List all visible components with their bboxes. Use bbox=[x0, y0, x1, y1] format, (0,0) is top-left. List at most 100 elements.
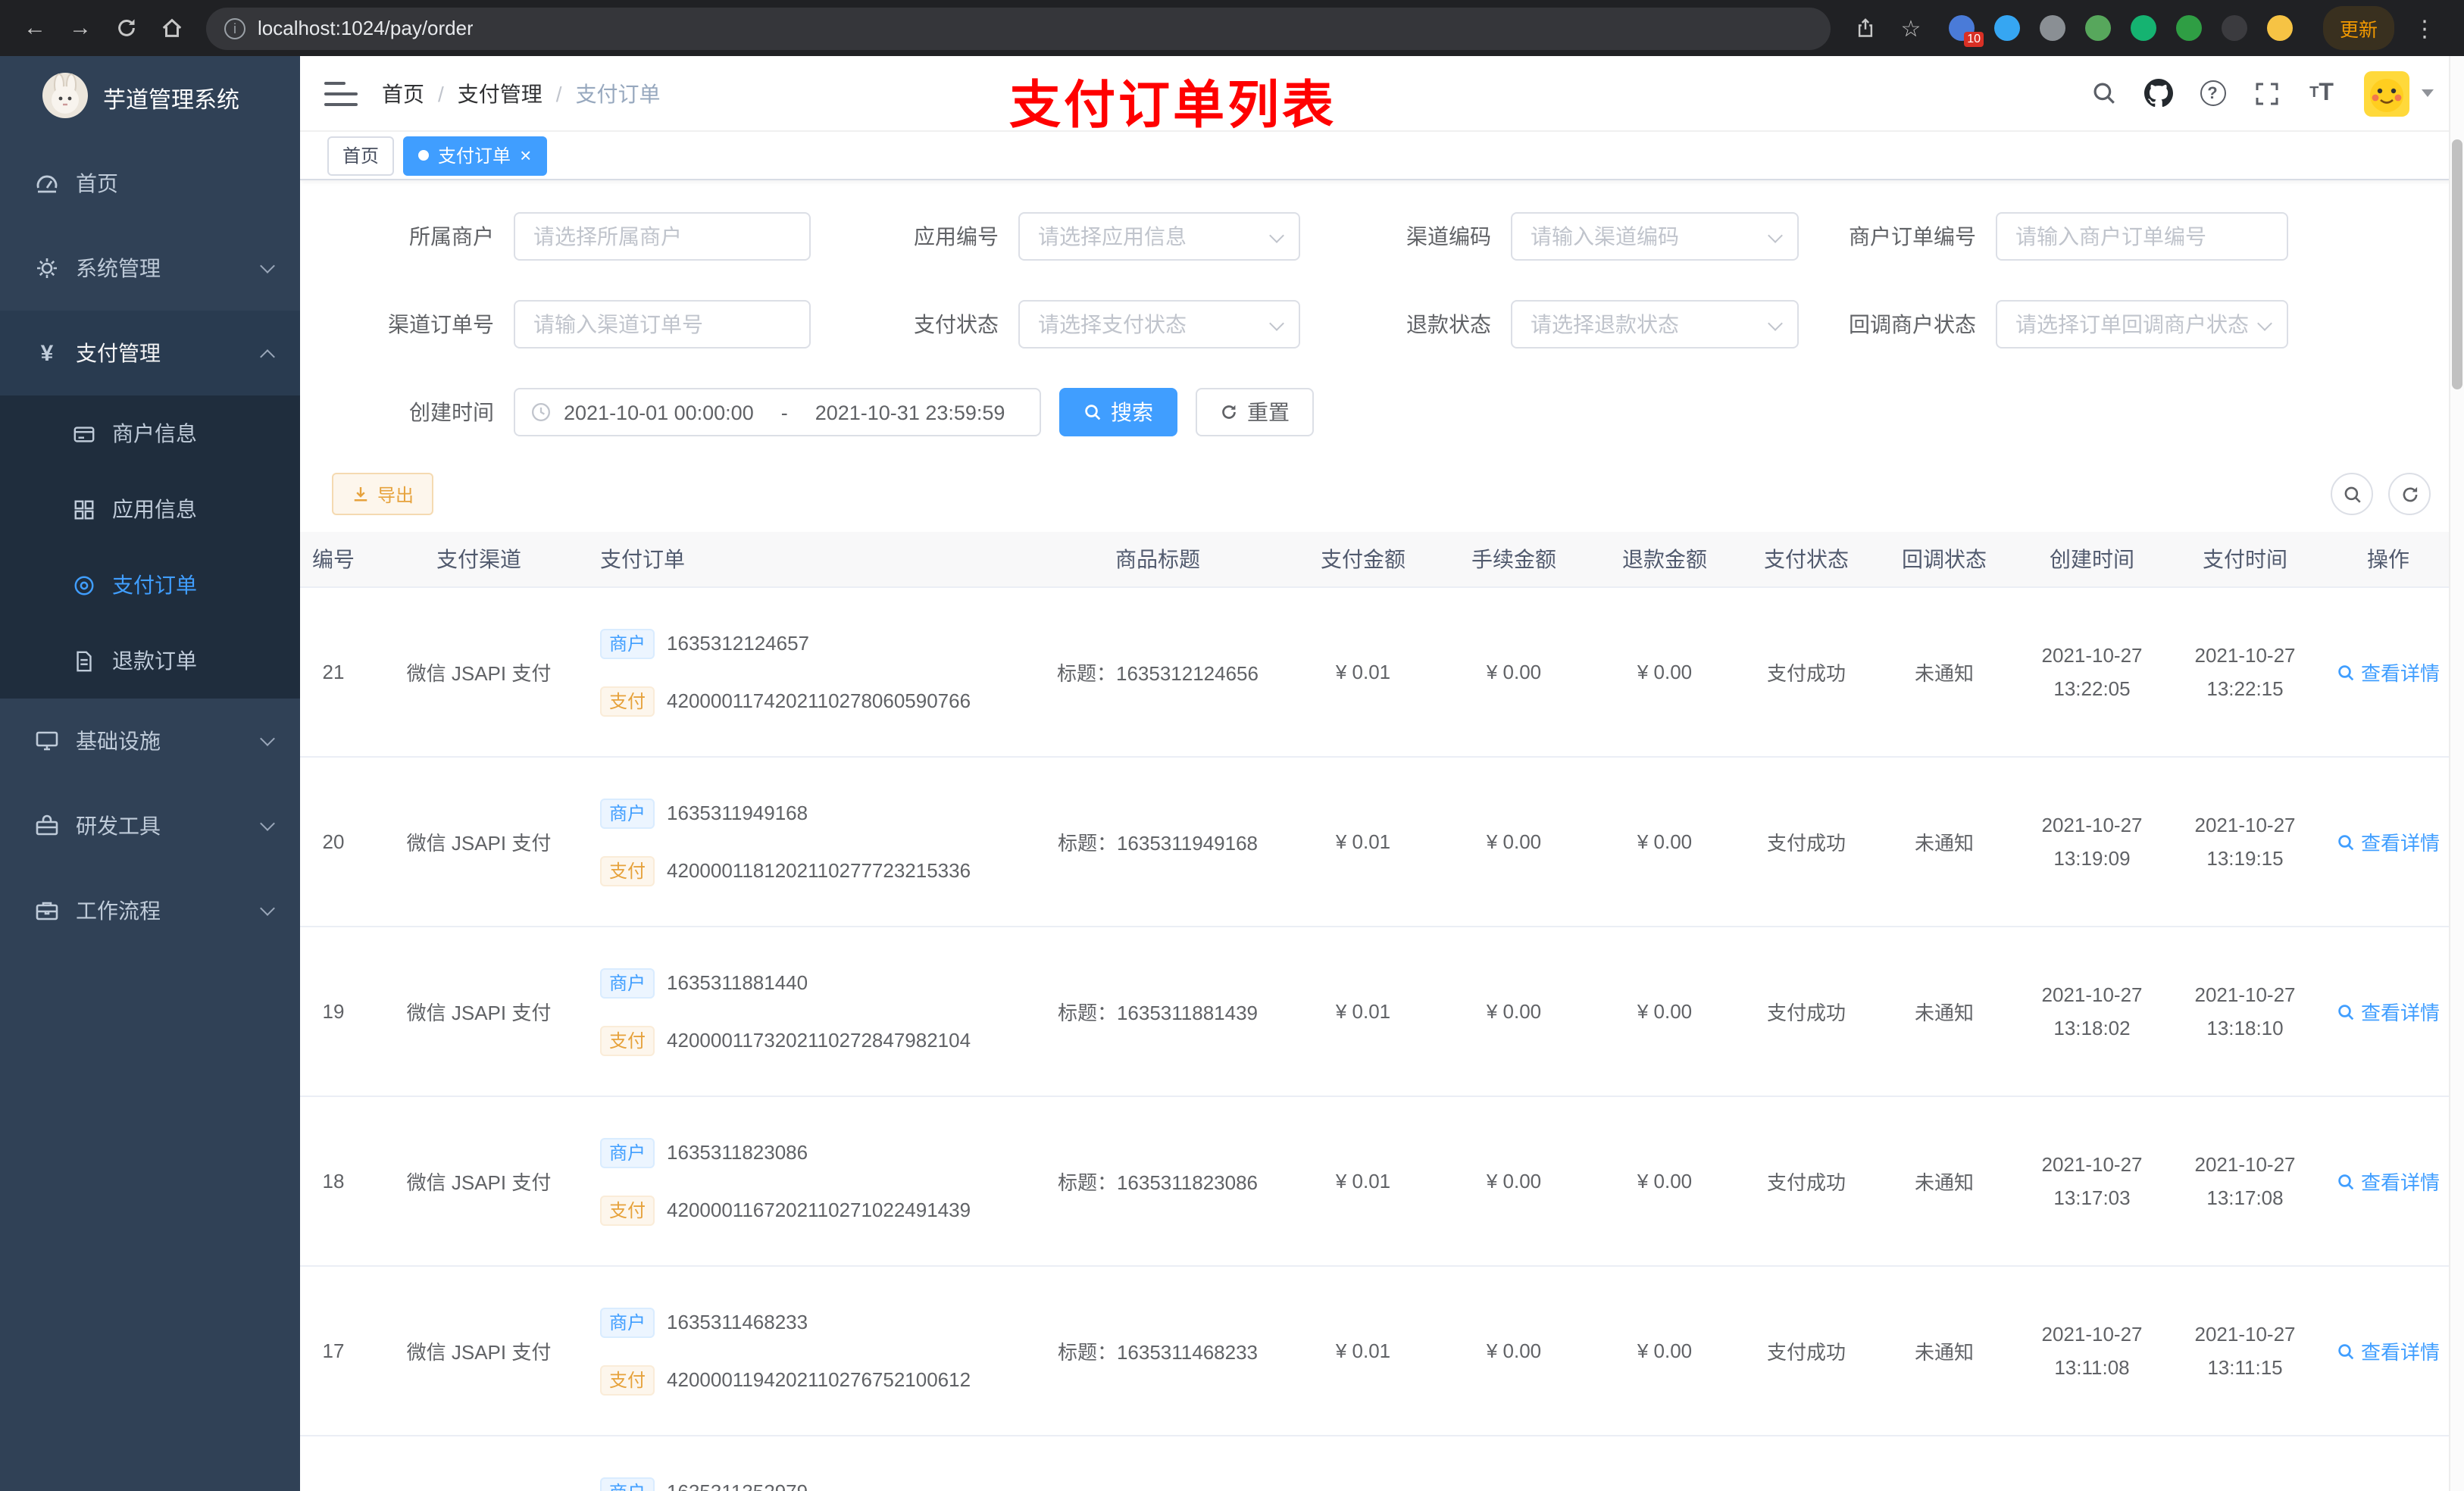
sidebar-item-dev-tools[interactable]: 研发工具 bbox=[0, 783, 300, 868]
sidebar-item-system[interactable]: 系统管理 bbox=[0, 226, 300, 311]
cell-pay-time: 2021-10-27 13:11:15 bbox=[2194, 1322, 2296, 1379]
cell-order: 商户 1635312124657 支付 42000011742021102780… bbox=[570, 628, 1027, 717]
clock-icon bbox=[532, 403, 550, 422]
sidebar-item-home[interactable]: 首页 bbox=[0, 141, 300, 226]
cell-title: 标题：1635312124656 bbox=[1057, 662, 1259, 686]
column-header-order: 支付订单 bbox=[600, 547, 685, 572]
column-header-pay-status: 支付状态 bbox=[1764, 547, 1849, 572]
browser-home-icon[interactable] bbox=[152, 8, 191, 48]
browser-forward-icon[interactable]: → bbox=[61, 8, 100, 48]
column-header-create-time: 创建时间 bbox=[2050, 547, 2134, 572]
extension-drop-icon[interactable] bbox=[1994, 15, 2020, 41]
refresh-table-button[interactable] bbox=[2388, 473, 2431, 516]
sidebar-item-workflow[interactable]: 工作流程 bbox=[0, 868, 300, 953]
export-button[interactable]: 导出 bbox=[332, 473, 434, 516]
pay-status-select[interactable] bbox=[1018, 300, 1300, 349]
extension-book-icon[interactable] bbox=[2176, 15, 2202, 41]
sidebar-item-infrastructure[interactable]: 基础设施 bbox=[0, 699, 300, 783]
extension-green-icon[interactable] bbox=[2085, 15, 2111, 41]
user-avatar[interactable] bbox=[2364, 70, 2409, 116]
browser-reload-icon[interactable] bbox=[106, 8, 145, 48]
channel-order-no-input[interactable] bbox=[514, 300, 811, 349]
sidebar-item-label: 工作流程 bbox=[76, 899, 161, 923]
view-detail-link[interactable]: 查看详情 bbox=[2337, 1167, 2440, 1196]
cell-fee: ¥ 0.00 bbox=[1486, 1000, 1542, 1024]
payment-submenu: 商户信息 应用信息 支付订单 退款订单 bbox=[0, 395, 300, 699]
date-start: 2021-10-01 00:00:00 bbox=[564, 401, 754, 424]
show-search-toggle-button[interactable] bbox=[2331, 473, 2373, 516]
view-detail-link[interactable]: 查看详情 bbox=[2337, 1337, 2440, 1366]
cell-pay-time: 2021-10-27 13:22:15 bbox=[2194, 643, 2296, 700]
cell-channel: 微信 JSAPI 支付 bbox=[406, 1171, 552, 1195]
view-detail-link[interactable]: 查看详情 bbox=[2337, 998, 2440, 1027]
table-row: 20 微信 JSAPI 支付 商户 1635311949168 支付 42000… bbox=[300, 758, 2455, 928]
chevron-down-icon bbox=[260, 731, 275, 746]
sidebar-item-payment[interactable]: ¥ 支付管理 bbox=[0, 311, 300, 395]
share-icon[interactable] bbox=[1846, 8, 1885, 48]
browser-back-icon[interactable]: ← bbox=[15, 8, 55, 48]
cell-pay-status: 支付成功 bbox=[1766, 1002, 1846, 1025]
sidebar-item-refund-order[interactable]: 退款订单 bbox=[0, 623, 300, 699]
view-detail-link[interactable]: 查看详情 bbox=[2337, 658, 2440, 687]
view-detail-link[interactable]: 查看详情 bbox=[2337, 828, 2440, 857]
search-button[interactable]: 搜索 bbox=[1059, 388, 1177, 437]
cell-pay-time: 2021-10-27 13:18:10 bbox=[2194, 983, 2296, 1039]
create-time-range-input[interactable]: 2021-10-01 00:00:00 - 2021-10-31 23:59:5… bbox=[514, 388, 1041, 437]
tag-home[interactable]: 首页 bbox=[327, 136, 395, 176]
search-icon bbox=[1085, 405, 1101, 420]
scrollbar-thumb[interactable] bbox=[2452, 139, 2462, 389]
column-header-pay-time: 支付时间 bbox=[2203, 547, 2287, 572]
cell-order: 商户 1635311468233 支付 42000011942021102767… bbox=[570, 1307, 1027, 1396]
extension-blue-icon[interactable]: 10 bbox=[1949, 15, 1984, 47]
extension-check-icon[interactable] bbox=[2131, 15, 2156, 41]
browser-menu-icon[interactable]: ⋮ bbox=[2409, 14, 2440, 42]
bookmark-star-icon[interactable]: ☆ bbox=[1891, 8, 1931, 48]
browser-update-button[interactable]: 更新 bbox=[2323, 6, 2395, 50]
breadcrumb-home[interactable]: 首页 bbox=[382, 78, 424, 108]
channel-code-select[interactable] bbox=[1511, 212, 1799, 261]
sidebar-item-label: 支付订单 bbox=[112, 573, 197, 597]
search-icon[interactable] bbox=[2079, 56, 2128, 131]
extension-smiley-icon[interactable] bbox=[2267, 15, 2293, 41]
notify-status-select[interactable] bbox=[1996, 300, 2288, 349]
cell-pay-status: 支付成功 bbox=[1766, 1171, 1846, 1195]
extension-dark-icon[interactable] bbox=[2222, 15, 2247, 41]
app-logo[interactable]: 芋道管理系统 bbox=[0, 56, 300, 141]
help-icon[interactable]: ? bbox=[2188, 56, 2237, 131]
github-icon[interactable] bbox=[2134, 56, 2182, 131]
cell-actions: 查看详情 bbox=[2322, 658, 2455, 687]
url-bar[interactable]: i localhost:1024/pay/order bbox=[206, 7, 1831, 49]
sidebar-item-pay-order[interactable]: 支付订单 bbox=[0, 547, 300, 623]
cell-notify-status: 未通知 bbox=[1914, 1341, 1974, 1364]
extension-badge: 10 bbox=[1964, 32, 1984, 47]
cell-amount: ¥ 0.01 bbox=[1335, 1000, 1391, 1024]
cell-refund: ¥ 0.00 bbox=[1637, 1170, 1693, 1193]
site-info-icon[interactable]: i bbox=[224, 17, 245, 39]
tag-pay-order[interactable]: 支付订单 × bbox=[403, 136, 547, 176]
breadcrumb-payment[interactable]: 支付管理 bbox=[458, 78, 543, 108]
briefcase-icon bbox=[33, 899, 61, 923]
fullscreen-icon[interactable] bbox=[2243, 56, 2291, 131]
refund-status-select[interactable] bbox=[1511, 300, 1799, 349]
extension-gray-icon[interactable] bbox=[2040, 15, 2065, 41]
tag-label: 支付订单 bbox=[438, 145, 511, 167]
table-body: 21 微信 JSAPI 支付 商户 1635312124657 支付 42000… bbox=[300, 588, 2455, 1491]
user-menu-caret-icon[interactable] bbox=[2422, 89, 2434, 97]
close-icon[interactable]: × bbox=[520, 145, 531, 165]
sidebar-item-merchant-info[interactable]: 商户信息 bbox=[0, 395, 300, 471]
cell-create-time: 2021-10-27 13:19:09 bbox=[2041, 813, 2143, 870]
sidebar-item-app-info[interactable]: 应用信息 bbox=[0, 471, 300, 547]
app-select[interactable] bbox=[1018, 212, 1300, 261]
cell-create-time: 2021-10-27 13:22:05 bbox=[2041, 643, 2143, 700]
url-text: localhost:1024/pay/order bbox=[258, 17, 474, 39]
cell-fee: ¥ 0.00 bbox=[1486, 1170, 1542, 1193]
sidebar: 芋道管理系统 首页 系统管理 ¥ 支付管理 商户信息 应用信息 支付订单 退款订… bbox=[0, 56, 300, 1491]
merchant-order-no-input[interactable] bbox=[1996, 212, 2288, 261]
font-size-icon[interactable]: TT bbox=[2297, 56, 2346, 131]
merchant-input[interactable] bbox=[514, 212, 811, 261]
reset-button[interactable]: 重置 bbox=[1196, 388, 1314, 437]
merchant-tag: 商户 bbox=[600, 798, 655, 829]
cell-actions: 查看详情 bbox=[2322, 828, 2455, 857]
breadcrumb-separator: / bbox=[438, 81, 444, 105]
collapse-sidebar-icon[interactable] bbox=[324, 81, 358, 105]
